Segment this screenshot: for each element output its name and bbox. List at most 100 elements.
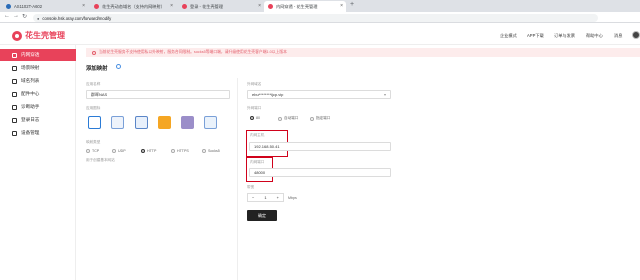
radio-dot: [112, 149, 116, 153]
ext-port-label: 外网端口: [247, 106, 262, 110]
bandwidth-value: 1: [264, 195, 267, 200]
nav-messages[interactable]: 消息: [614, 33, 622, 39]
notice-banner: 当前花生壳服务不支持使用私以外映射，服务合同限制。socks5等端口端，请升级使…: [86, 48, 640, 57]
diagnosis-icon: [12, 104, 17, 110]
radio-port-auto[interactable]: 自动端口: [278, 116, 298, 121]
scene-icon: [12, 65, 17, 71]
camera-icon[interactable]: [204, 116, 217, 129]
favicon-icon: [268, 4, 273, 9]
internal-port-input[interactable]: 48000: [249, 168, 391, 177]
browser-tab-bar: AS1102T-A602 × 花生壳动态域名（支持内网映射） × 登录 - 花生…: [0, 0, 640, 12]
notice-text: 当前花生壳服务不支持使用私以外映射，服务合同限制。socks5等端口端，请升级使…: [99, 50, 287, 54]
map-type-label: 映射类型: [86, 140, 101, 144]
close-tab-icon[interactable]: ×: [170, 3, 173, 9]
sidebar-item-accessories[interactable]: 配件中心: [0, 88, 76, 100]
reload-icon[interactable]: ↻: [22, 13, 27, 20]
app-name-input[interactable]: 群晖NAS: [86, 90, 230, 99]
sidebar-item-label: 登录日志: [21, 117, 40, 122]
forward-icon[interactable]: →: [13, 13, 19, 19]
radio-dot: [171, 149, 175, 153]
app-icon-label: 应用图标: [86, 106, 101, 110]
confirm-button[interactable]: 确定: [247, 210, 277, 221]
close-tab-icon[interactable]: ×: [82, 3, 85, 9]
bandwidth-stepper[interactable]: − 1 +: [247, 193, 284, 202]
tab-label: 登录 - 花生壳管理: [190, 3, 224, 9]
help-icon[interactable]: [116, 64, 121, 69]
sidebar-item-login-log[interactable]: 登录日志: [0, 114, 76, 126]
url-text: console.hsk.oray.com/forward/modify: [42, 15, 112, 21]
warning-icon: [92, 50, 96, 55]
avatar[interactable]: [632, 31, 640, 39]
chevron-down-icon: ▾: [383, 92, 386, 97]
sidebar-item-label: 场景映射: [21, 65, 40, 70]
favicon-icon: [94, 4, 99, 9]
favicon-icon: [6, 4, 11, 9]
radio-socks5[interactable]: Socks5: [202, 149, 220, 153]
column-divider: [237, 78, 238, 280]
list-icon: [12, 78, 17, 84]
nav-help-center[interactable]: 帮助中心: [586, 33, 603, 39]
internal-ip-label: 内网主机: [250, 133, 265, 137]
app-header: [0, 23, 640, 45]
sidebar-item-devices[interactable]: 设备管理: [0, 127, 76, 139]
sidebar-item-label: 内网穿透: [21, 52, 40, 57]
sidebar: 内网穿透 场景映射 域名列表 配件中心 诊断助手 登录日志 设备管理: [0, 45, 76, 280]
ext-domain-select[interactable]: ebu********ijcp.vip ▾: [247, 90, 391, 99]
document-icon[interactable]: [135, 116, 148, 129]
lock-icon: ●: [37, 15, 40, 21]
internal-port-label: 内网端口: [250, 160, 265, 164]
nav-orders-invoices[interactable]: 订单与发票: [554, 33, 575, 39]
back-icon[interactable]: ←: [4, 13, 10, 19]
sidebar-item-diagnosis[interactable]: 诊断助手: [0, 101, 76, 113]
nav-app-download[interactable]: APP下载: [527, 33, 544, 39]
sidebar-item-label: 域名列表: [21, 78, 40, 83]
new-tab-button[interactable]: +: [350, 1, 354, 8]
radio-dot: [250, 116, 254, 120]
radio-port-custom[interactable]: 指定端口: [310, 116, 330, 121]
peanut-logo-icon: [12, 30, 22, 41]
sidebar-item-domains[interactable]: 域名列表: [0, 75, 76, 87]
minus-button[interactable]: −: [252, 195, 254, 200]
browser-tab-3[interactable]: 登录 - 花生壳管理 ×: [178, 1, 264, 12]
radio-https[interactable]: HTTPS: [171, 149, 189, 153]
close-tab-icon[interactable]: ×: [340, 3, 343, 9]
radio-dot: [310, 116, 314, 121]
radio-port-80[interactable]: 80: [250, 116, 260, 120]
radio-udp[interactable]: UDP: [112, 149, 126, 153]
tab-label: AS1102T-A602: [14, 4, 43, 9]
internal-ip-input[interactable]: 192.168.50.41: [249, 142, 391, 151]
ext-domain-label: 外网域名: [247, 82, 262, 86]
browser-tab-1[interactable]: AS1102T-A602 ×: [2, 1, 88, 12]
radio-dot: [202, 149, 206, 153]
map-type-hint: 用于创建基本网站: [86, 158, 115, 162]
nav-enterprise-mode[interactable]: 企业模式: [500, 33, 517, 39]
phone-icon[interactable]: [111, 116, 124, 129]
radio-dot: [278, 116, 282, 121]
sidebar-item-scene[interactable]: 场景映射: [0, 62, 76, 74]
ext-domain-value: ebu********ijcp.vip: [252, 92, 284, 97]
bandwidth-label: 带宽: [247, 185, 255, 189]
tab-label: 内网穿透 - 花生壳管理: [276, 3, 318, 9]
favicon-icon: [182, 4, 187, 9]
browser-tab-4[interactable]: 内网穿透 - 花生壳管理 ×: [264, 1, 346, 12]
app-logo[interactable]: 花生壳管理: [12, 30, 65, 41]
folder-icon[interactable]: [158, 116, 171, 129]
bandwidth-unit: Mbps: [288, 196, 297, 200]
radio-tcp[interactable]: TCP: [86, 149, 99, 153]
sidebar-item-intranet[interactable]: 内网穿透: [0, 49, 76, 61]
radio-http[interactable]: HTTP: [141, 149, 156, 153]
box-icon: [12, 91, 17, 97]
sidebar-item-label: 配件中心: [21, 91, 40, 96]
sidebar-item-label: 设备管理: [21, 130, 40, 135]
device-icon: [12, 130, 17, 136]
close-tab-icon[interactable]: ×: [258, 3, 261, 9]
ie-icon[interactable]: [88, 116, 101, 129]
browser-tab-2[interactable]: 花生壳动态域名（支持内网映射） ×: [90, 1, 176, 12]
log-icon: [12, 117, 17, 123]
url-bar[interactable]: ● console.hsk.oray.com/forward/modify: [33, 14, 598, 22]
plus-button[interactable]: +: [277, 195, 279, 200]
database-icon[interactable]: [181, 116, 194, 129]
radio-dot: [141, 149, 145, 153]
logo-text: 花生壳管理: [25, 31, 65, 40]
tab-label: 花生壳动态域名（支持内网映射）: [102, 3, 165, 9]
